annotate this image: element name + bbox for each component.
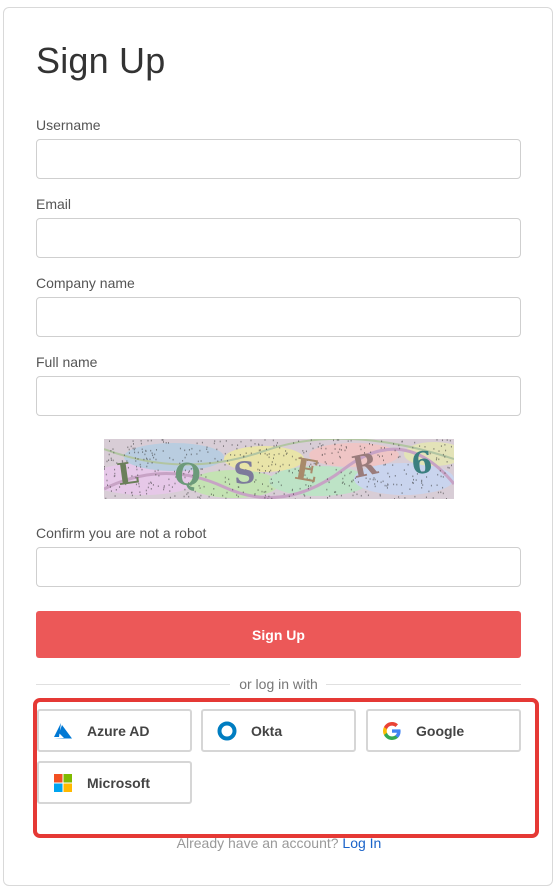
okta-label: Okta	[251, 722, 283, 739]
full-name-label: Full name	[36, 354, 98, 370]
company-name-label: Company name	[36, 275, 135, 291]
log-in-link[interactable]: Log In	[342, 835, 381, 851]
email-input[interactable]	[36, 218, 521, 258]
robot-label: Confirm you are not a robot	[36, 525, 207, 541]
sso-divider: or log in with	[36, 676, 521, 692]
captcha-graphic: L Q S E R 6	[104, 439, 454, 499]
username-input[interactable]	[36, 139, 521, 179]
okta-button[interactable]: Okta	[201, 709, 356, 752]
okta-icon	[217, 721, 237, 741]
svg-text:Q: Q	[173, 457, 203, 495]
company-name-input[interactable]	[36, 297, 521, 337]
captcha-image: L Q S E R 6	[104, 439, 454, 499]
microsoft-button[interactable]: Microsoft	[37, 761, 192, 804]
azure-ad-button[interactable]: Azure AD	[37, 709, 192, 752]
azure-ad-label: Azure AD	[87, 722, 150, 739]
email-label: Email	[36, 196, 72, 212]
microsoft-icon	[53, 773, 73, 793]
captcha-input[interactable]	[36, 547, 521, 587]
azure-icon	[53, 721, 73, 741]
divider-text: or log in with	[239, 676, 318, 692]
microsoft-label: Microsoft	[87, 774, 150, 791]
full-name-input[interactable]	[36, 376, 521, 416]
page-title: Sign Up	[36, 40, 166, 81]
svg-text:6: 6	[410, 445, 434, 482]
login-prompt: Already have an account? Log In	[0, 835, 558, 851]
google-icon	[382, 721, 402, 741]
sign-up-button[interactable]: Sign Up	[36, 611, 521, 658]
login-prompt-text: Already have an account?	[176, 835, 339, 851]
username-label: Username	[36, 117, 101, 133]
google-label: Google	[416, 722, 465, 739]
svg-text:S: S	[232, 456, 256, 492]
google-button[interactable]: Google	[366, 709, 521, 752]
